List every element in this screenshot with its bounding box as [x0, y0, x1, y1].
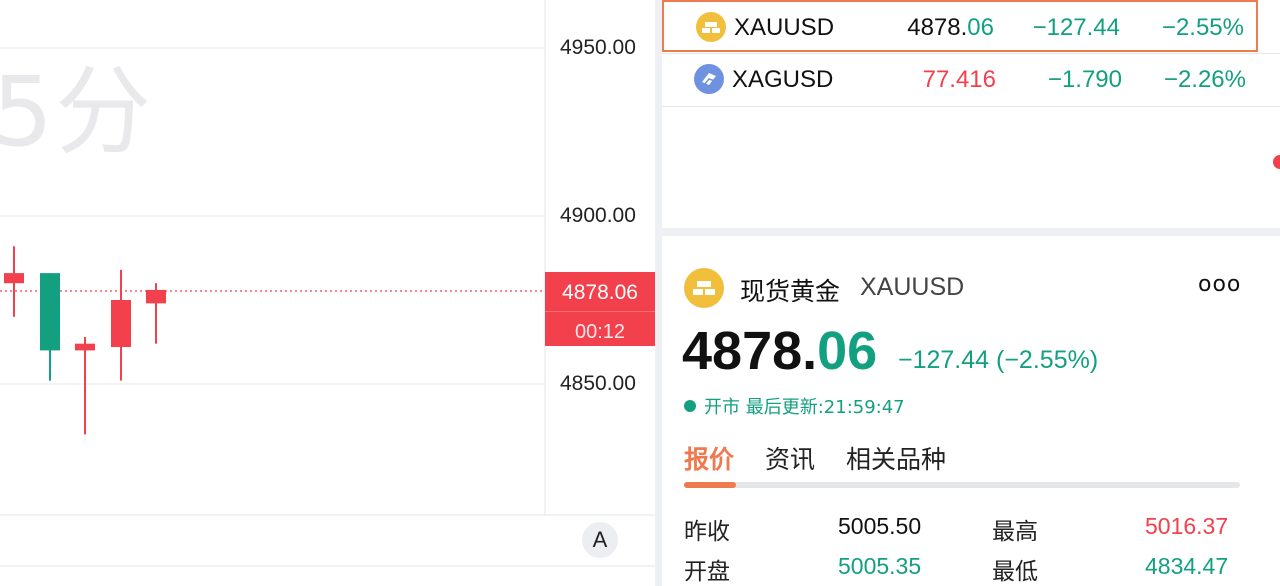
notification-dot: [1273, 155, 1280, 169]
y-tick-label: 4850.00: [560, 372, 636, 395]
quote-detail-panel: 现货黄金 XAUUSD ooo 4878.06 −127.44 (−2.55%)…: [662, 236, 1280, 586]
tab-track: [684, 482, 1240, 488]
instrument-code: XAUUSD: [860, 273, 965, 301]
current-price-label: 4878.06: [562, 281, 638, 304]
symbol-label: XAUUSD: [734, 14, 835, 41]
change-percent: −2.55%: [1161, 14, 1244, 41]
tab-related[interactable]: 相关品种: [846, 440, 946, 476]
gold-bars-icon: [696, 12, 726, 42]
candles-group: [4, 246, 166, 435]
instrument-name: 现货黄金: [740, 277, 841, 306]
candle-up: [146, 289, 166, 304]
candle-up: [4, 273, 24, 284]
watchlist-row-xagusd[interactable]: XAGUSD 77.416 −1.790 −2.26%: [662, 54, 1258, 106]
open-value: 5005.35: [838, 553, 922, 579]
change-percent: −2.26%: [1163, 66, 1246, 93]
price-value: 77.416: [922, 66, 996, 93]
tab-quote[interactable]: 报价: [684, 440, 734, 476]
candle-up: [111, 300, 131, 348]
y-tick-label: 4950.00: [560, 36, 636, 59]
current-price-tag: 4878.06 00:12: [545, 272, 655, 346]
market-status: 开市 最后更新:21:59:47: [684, 393, 905, 419]
low-value: 4834.47: [1145, 553, 1229, 579]
open-label: 开盘: [684, 559, 730, 585]
high-value: 5016.37: [1145, 513, 1229, 539]
tab-indicator: [684, 482, 736, 488]
price-change: −127.44 (−2.55%): [898, 346, 1099, 374]
price-value: 4878.06: [907, 14, 994, 41]
divider: [662, 106, 1280, 107]
watchlist: XAUUSD 4878.06 −127.44 −2.55% XAGUSD 77.…: [662, 0, 1280, 228]
watchlist-row-xauusd[interactable]: XAUUSD 4878.06 −127.44 −2.55%: [662, 0, 1258, 52]
low-label: 最低: [992, 559, 1038, 585]
prev-close-value: 5005.50: [838, 513, 922, 539]
candle-countdown: 00:12: [545, 311, 655, 344]
symbol-label: XAGUSD: [732, 66, 834, 93]
auto-scale-button[interactable]: A: [582, 522, 618, 558]
change-value: −1.790: [1047, 66, 1122, 93]
status-dot-icon: [684, 400, 696, 412]
candle-up: [75, 343, 95, 351]
gold-bars-icon: [684, 268, 724, 308]
change-value: −127.44: [1032, 14, 1120, 41]
last-price: 4878.06: [682, 321, 878, 381]
y-tick-label: 4900.00: [560, 204, 636, 227]
tab-news[interactable]: 资讯: [765, 440, 815, 476]
prev-close-label: 昨收: [684, 519, 730, 545]
candle-down: [40, 273, 60, 351]
high-label: 最高: [992, 519, 1038, 545]
kline-chart[interactable]: 5分 4950.00 4900.00 4850.00 4878.06 00:12…: [0, 0, 655, 586]
more-options-icon[interactable]: ooo: [1198, 272, 1241, 297]
silver-bars-icon: [694, 64, 724, 94]
